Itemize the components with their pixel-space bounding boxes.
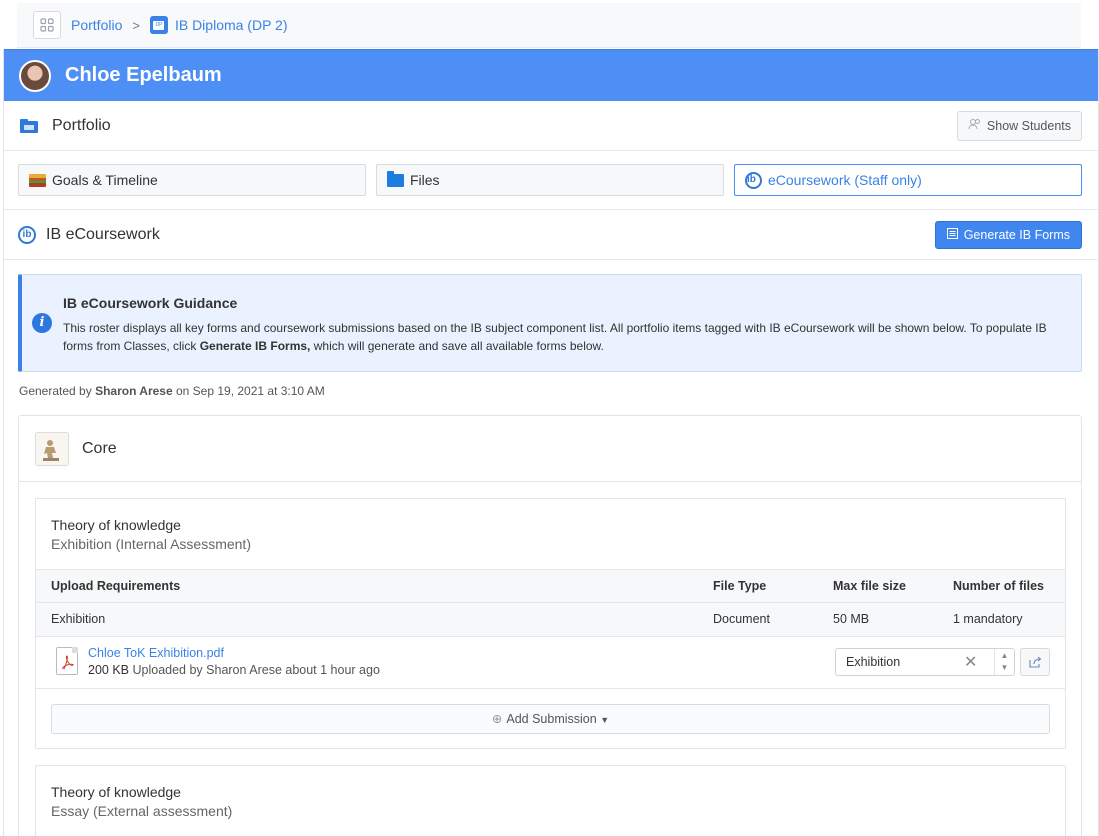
- requirement-file-type: Document: [713, 612, 770, 626]
- add-submission-label: Add Submission: [506, 712, 597, 726]
- breadcrumb: Portfolio > DP IB Diploma (DP 2): [17, 3, 1081, 48]
- tabs: Goals & Timeline Files ib eCoursework (S…: [4, 151, 1098, 210]
- generated-author: Sharon Arese: [95, 384, 173, 398]
- column-header: Number of files: [953, 579, 1044, 593]
- info-icon: i: [32, 313, 52, 333]
- file-meta: 200 KB Uploaded by Sharon Arese about 1 …: [88, 663, 380, 677]
- requirement-select-value: Exhibition: [846, 655, 901, 669]
- pdf-file-icon: [56, 647, 78, 675]
- add-submission-button[interactable]: ⊕ Add Submission ▼: [51, 704, 1050, 734]
- tab-ecoursework[interactable]: ib eCoursework (Staff only): [734, 164, 1082, 196]
- tab-files[interactable]: Files: [376, 164, 724, 196]
- requirement-count: 1 mandatory: [953, 612, 1023, 626]
- component-type: Essay (External assessment): [51, 803, 233, 819]
- column-header: Upload Requirements: [51, 579, 181, 593]
- component-card: Theory of knowledge Essay (External asse…: [35, 765, 1066, 836]
- thinker-statue-icon: [35, 431, 69, 466]
- table-header: Upload Requirements File Type Max file s…: [36, 569, 1065, 603]
- guidance-text: which will generate and save all availab…: [310, 339, 604, 353]
- timeline-icon: [29, 173, 46, 187]
- show-students-button[interactable]: Show Students: [956, 110, 1082, 141]
- guidance-body: This roster displays all key forms and c…: [63, 319, 1063, 355]
- core-section: Core Theory of knowledge Exhibition (Int…: [18, 415, 1082, 836]
- users-icon: [968, 118, 981, 133]
- breadcrumb-diploma-link[interactable]: IB Diploma (DP 2): [175, 17, 288, 33]
- tab-label: eCoursework (Staff only): [768, 172, 922, 188]
- portfolio-header: Portfolio Show Students: [4, 101, 1098, 151]
- share-icon[interactable]: [1020, 648, 1050, 676]
- main-panel: Chloe Epelbaum Portfolio Show Students G…: [3, 49, 1099, 836]
- column-header: File Type: [713, 579, 767, 593]
- section-title: IB eCoursework: [46, 225, 160, 243]
- diploma-icon: DP: [149, 16, 168, 34]
- table-row: Exhibition Document 50 MB 1 mandatory: [36, 603, 1065, 637]
- plus-circle-icon: ⊕: [491, 712, 503, 726]
- requirement-max-size: 50 MB: [833, 612, 870, 626]
- generated-date: on Sep 19, 2021 at 3:10 AM: [172, 384, 325, 398]
- component-subject: Theory of knowledge: [51, 784, 181, 800]
- ecoursework-header: ib IB eCoursework Generate IB Forms: [4, 210, 1098, 260]
- breadcrumb-portfolio-link[interactable]: Portfolio: [71, 17, 122, 33]
- column-header: Max file size: [833, 579, 906, 593]
- guidance-alert: i IB eCoursework Guidance This roster di…: [18, 274, 1082, 372]
- breadcrumb-separator: >: [132, 17, 140, 33]
- folder-icon: [387, 170, 404, 187]
- tab-label: Goals & Timeline: [52, 172, 158, 188]
- student-name: Chloe Epelbaum: [65, 64, 222, 86]
- clear-icon[interactable]: ✕: [964, 652, 977, 672]
- file-size: 200 KB: [88, 663, 130, 677]
- show-students-label: Show Students: [986, 118, 1071, 133]
- tab-goals-timeline[interactable]: Goals & Timeline: [18, 164, 366, 196]
- generated-by: Generated by Sharon Arese on Sep 19, 202…: [19, 384, 325, 398]
- tab-label: Files: [410, 172, 440, 188]
- core-title: Core: [82, 439, 117, 457]
- guidance-title: IB eCoursework Guidance: [63, 295, 238, 311]
- component-card: Theory of knowledge Exhibition (Internal…: [35, 498, 1066, 749]
- apps-grid-icon[interactable]: [33, 11, 61, 39]
- portfolio-folder-icon: [19, 118, 39, 134]
- file-link[interactable]: Chloe ToK Exhibition.pdf: [88, 646, 224, 660]
- student-header: Chloe Epelbaum: [4, 49, 1098, 101]
- generated-prefix: Generated by: [19, 384, 96, 398]
- form-icon: [946, 227, 958, 242]
- caret-down-icon: ▼: [600, 715, 610, 725]
- requirements-table: Upload Requirements File Type Max file s…: [36, 569, 1065, 637]
- component-type: Exhibition (Internal Assessment): [51, 536, 251, 552]
- avatar: [19, 59, 51, 92]
- file-upload-info: Uploaded by Sharon Arese about 1 hour ag…: [129, 663, 380, 677]
- generate-ib-forms-button[interactable]: Generate IB Forms: [934, 220, 1082, 249]
- chevron-updown-icon[interactable]: ▲ ▼: [994, 649, 1014, 675]
- ib-logo-icon: ib: [18, 225, 36, 244]
- submission-file-row: Chloe ToK Exhibition.pdf 200 KB Uploaded…: [36, 637, 1065, 689]
- ib-logo-icon: ib: [745, 171, 762, 189]
- requirement-select[interactable]: Exhibition ✕ ▲ ▼: [835, 648, 1015, 676]
- requirement-name: Exhibition: [51, 612, 106, 626]
- core-header: Core: [19, 416, 1081, 482]
- generate-label: Generate IB Forms: [963, 227, 1070, 242]
- page-title: Portfolio: [52, 116, 111, 134]
- guidance-emphasis: Generate IB Forms,: [199, 339, 311, 353]
- component-subject: Theory of knowledge: [51, 517, 181, 533]
